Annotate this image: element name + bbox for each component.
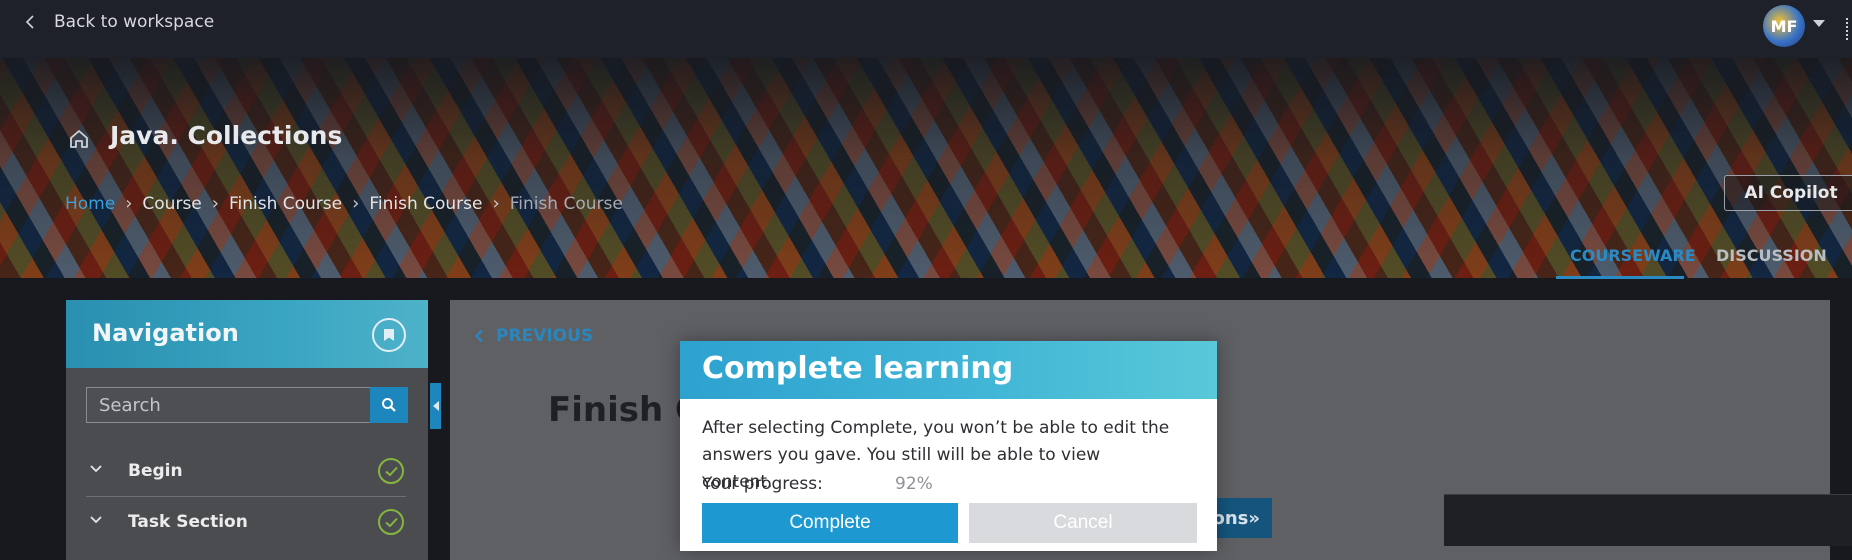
- chevron-left-icon: [25, 15, 34, 29]
- nav-item-label: Begin: [128, 461, 183, 481]
- chevron-right-icon: ›: [125, 193, 133, 214]
- check-circle-icon: [378, 509, 404, 535]
- caret-left-icon: [432, 401, 439, 411]
- bookmark-icon: [384, 329, 394, 341]
- chevron-right-icon: ›: [352, 193, 360, 214]
- chevron-down-icon: [90, 465, 102, 473]
- back-to-workspace-link[interactable]: Back to workspace: [24, 12, 214, 32]
- top-bar: Back to workspace MF: [0, 0, 1852, 59]
- previous-label: PREVIOUS: [496, 326, 594, 346]
- home-icon[interactable]: [67, 127, 91, 151]
- check-circle-icon: [378, 458, 404, 484]
- chevron-right-icon: ›: [211, 193, 219, 214]
- navigation-header: Navigation: [66, 300, 428, 368]
- nav-item-label: Task Section: [128, 512, 248, 532]
- kebab-menu-icon[interactable]: [1846, 18, 1852, 40]
- navigation-title: Navigation: [92, 319, 239, 347]
- course-title: Java. Collections: [110, 121, 343, 150]
- cancel-button[interactable]: Cancel: [969, 503, 1197, 543]
- chevron-down-icon: [90, 516, 102, 524]
- breadcrumb-course[interactable]: Course: [142, 194, 201, 214]
- caret-down-icon[interactable]: [1813, 20, 1825, 27]
- search-input[interactable]: [86, 387, 372, 423]
- active-tab-indicator: [1556, 276, 1684, 279]
- dialog-header: Complete learning: [680, 341, 1217, 399]
- breadcrumb-finish-course-1[interactable]: Finish Course: [229, 194, 342, 214]
- ai-copilot-button[interactable]: AI Copilot: [1724, 175, 1852, 211]
- tab-discussion[interactable]: DISCUSSION: [1716, 246, 1827, 265]
- chevron-left-icon: [474, 329, 483, 343]
- bookmark-button[interactable]: [372, 318, 406, 352]
- sidebar-collapse-toggle[interactable]: [430, 383, 441, 429]
- dialog-title: Complete learning: [702, 351, 1014, 386]
- tab-courseware[interactable]: COURSEWARE: [1570, 246, 1696, 265]
- previous-link[interactable]: PREVIOUS: [474, 326, 593, 346]
- nav-item-begin[interactable]: Begin: [66, 446, 428, 496]
- complete-learning-dialog: Complete learning After selecting Comple…: [680, 341, 1217, 551]
- navigation-sidebar: Navigation Begin Task Section: [66, 300, 428, 560]
- breadcrumb-home[interactable]: Home: [65, 194, 115, 214]
- breadcrumb-current: Finish Course: [509, 193, 623, 214]
- nav-item-task-section[interactable]: Task Section: [66, 497, 428, 547]
- breadcrumb-finish-course-2[interactable]: Finish Course: [369, 194, 482, 214]
- course-banner: [0, 58, 1852, 278]
- search-button[interactable]: [370, 387, 408, 423]
- progress-label: Your progress:: [702, 474, 823, 494]
- overlay-panel: [1444, 494, 1852, 546]
- search-icon: [382, 398, 396, 412]
- chevron-right-icon: ›: [492, 193, 500, 214]
- progress-value: 92%: [895, 474, 933, 494]
- breadcrumb: Home › Course › Finish Course › Finish C…: [65, 193, 623, 214]
- complete-button[interactable]: Complete: [702, 503, 958, 543]
- avatar[interactable]: MF: [1763, 5, 1805, 47]
- back-label: Back to workspace: [54, 12, 215, 32]
